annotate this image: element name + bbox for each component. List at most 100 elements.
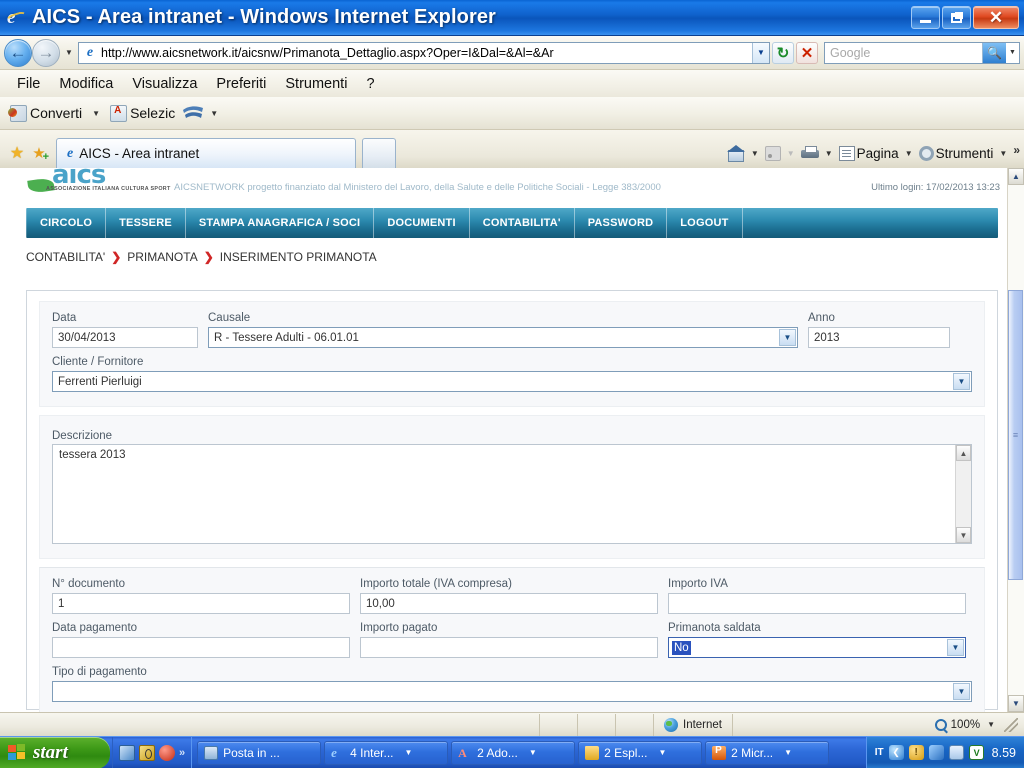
tray-warning-icon[interactable]: !	[908, 745, 924, 760]
menu-item-preferiti[interactable]: Preferiti	[207, 73, 275, 95]
seleziona-button[interactable]: Selezic	[106, 103, 179, 124]
search-box[interactable]: Google 🔍 ▼	[824, 41, 1020, 64]
tray-network-icon[interactable]	[928, 745, 944, 760]
scroll-down-icon[interactable]: ▼	[956, 527, 971, 543]
refresh-button[interactable]: ↻	[772, 41, 794, 64]
textarea-descrizione[interactable]: tessera 2013	[52, 444, 972, 544]
tray-vnc-icon[interactable]: V	[968, 745, 984, 760]
nav-item-tessere[interactable]: TESSERE	[106, 208, 186, 238]
breadcrumb-item-primanota[interactable]: PRIMANOTA	[127, 250, 197, 264]
print-button[interactable]	[798, 144, 822, 163]
back-button[interactable]: ←	[4, 38, 32, 67]
scroll-thumb[interactable]: ≡	[1008, 290, 1023, 580]
add-to-favorites-icon[interactable]: ★	[28, 138, 50, 168]
strumenti-caret-icon[interactable]: ▼	[996, 149, 1010, 158]
pagina-button[interactable]: Pagina	[836, 144, 902, 163]
address-bar[interactable]: e http://www.aicsnetwork.it/aicsnw/Prima…	[78, 41, 770, 64]
zoom-control[interactable]: 100% ▼	[929, 717, 1024, 732]
scroll-down-icon[interactable]: ▼	[1008, 695, 1024, 712]
tray-chevron-icon[interactable]: ❮	[888, 745, 904, 760]
task-button-esplora-risorse[interactable]: 2 Espl... ▼	[578, 740, 703, 765]
converti-button[interactable]: Converti	[6, 103, 86, 124]
strumenti-button[interactable]: Strumenti	[916, 144, 997, 163]
security-zone-label: Internet	[683, 718, 722, 731]
breadcrumb-item-contabilita[interactable]: CONTABILITA'	[26, 250, 105, 264]
maximize-button[interactable]	[942, 6, 971, 29]
security-zone[interactable]: Internet	[654, 713, 733, 736]
input-importo-totale[interactable]: 10,00	[360, 593, 658, 614]
blue-swoosh-caret-icon[interactable]: ▼	[207, 109, 221, 118]
quicklaunch-icon-2[interactable]	[139, 744, 155, 761]
start-button[interactable]: start	[0, 736, 110, 768]
select-cliente-fornitore[interactable]: Ferrenti Pierluigi ▼	[52, 371, 972, 392]
search-provider-caret-icon[interactable]: ▼	[1006, 43, 1019, 63]
menu-item-visualizza[interactable]: Visualizza	[123, 73, 206, 95]
forward-button[interactable]: →	[32, 38, 60, 67]
nav-item-circolo[interactable]: CIRCOLO	[26, 208, 107, 238]
new-tab-button[interactable]	[362, 138, 396, 168]
input-anno[interactable]: 2013	[808, 327, 950, 348]
menu-item-modifica[interactable]: Modifica	[50, 73, 122, 95]
nav-item-logout[interactable]: LOGOUT	[667, 208, 743, 238]
tray-app-icon[interactable]	[948, 745, 964, 760]
quicklaunch-icon-1[interactable]	[119, 744, 135, 761]
quicklaunch-overflow-icon[interactable]: »	[179, 747, 185, 759]
minimize-button[interactable]	[911, 6, 940, 29]
converti-caret-icon[interactable]: ▼	[89, 109, 103, 118]
home-button[interactable]	[724, 143, 748, 163]
input-importo-iva[interactable]	[668, 593, 966, 614]
taskbar-clock[interactable]: 8.59	[989, 746, 1016, 760]
task-button-internet-explorer[interactable]: e 4 Inter... ▼	[324, 740, 449, 765]
nav-item-contabilita[interactable]: CONTABILITA'	[470, 208, 575, 238]
chevron-down-icon[interactable]: ▼	[779, 329, 796, 346]
menu-item-strumenti[interactable]: Strumenti	[276, 73, 356, 95]
task-caret-icon[interactable]: ▼	[529, 748, 537, 757]
nav-item-documenti[interactable]: DOCUMENTI	[374, 208, 470, 238]
favorites-center-icon[interactable]: ★	[6, 138, 28, 168]
recent-pages-caret-icon[interactable]: ▼	[62, 40, 76, 66]
task-button-microsoft[interactable]: 2 Micr... ▼	[705, 740, 830, 765]
tab-bar: ★ ★ e AICS - Area intranet ▼ ▼ ▼ Pagina …	[0, 130, 1024, 168]
print-caret-icon[interactable]: ▼	[822, 149, 836, 158]
blue-swoosh-icon[interactable]	[182, 104, 204, 122]
feeds-button[interactable]	[762, 144, 784, 163]
language-indicator[interactable]: IT	[875, 747, 884, 758]
resize-grip-icon[interactable]	[1004, 717, 1018, 732]
stop-button[interactable]: ✕	[796, 41, 818, 64]
task-caret-icon[interactable]: ▼	[784, 748, 792, 757]
zoom-caret-icon[interactable]: ▼	[984, 720, 998, 729]
scroll-up-icon[interactable]: ▲	[956, 445, 971, 461]
nav-item-stampa-anagrafica-soci[interactable]: STAMPA ANAGRAFICA / SOCI	[186, 208, 375, 238]
input-importo-pagato[interactable]	[360, 637, 658, 658]
menu-item-file[interactable]: File	[8, 73, 49, 95]
descrizione-scrollbar[interactable]: ▲ ▼	[955, 445, 971, 543]
search-input[interactable]: Google	[825, 46, 982, 60]
task-button-posta[interactable]: Posta in ...	[197, 740, 322, 765]
task-caret-icon[interactable]: ▼	[404, 748, 412, 757]
home-caret-icon[interactable]: ▼	[748, 149, 762, 158]
input-data[interactable]: 30/04/2013	[52, 327, 198, 348]
task-button-adobe[interactable]: A 2 Ado... ▼	[451, 740, 576, 765]
task-caret-icon[interactable]: ▼	[658, 748, 666, 757]
chevron-down-icon[interactable]: ▼	[947, 639, 964, 656]
select-primanota-saldata[interactable]: No ▼	[668, 637, 966, 658]
select-causale[interactable]: R - Tessere Adulti - 06.01.01 ▼	[208, 327, 798, 348]
nav-item-password[interactable]: PASSWORD	[575, 208, 668, 238]
scroll-track[interactable]: ≡	[1008, 185, 1024, 695]
chevron-down-icon[interactable]: ▼	[953, 683, 970, 700]
input-data-pagamento[interactable]	[52, 637, 350, 658]
close-button[interactable]: ✕	[973, 6, 1019, 29]
chevron-down-icon[interactable]: ▼	[953, 373, 970, 390]
address-history-dropdown-icon[interactable]: ▼	[752, 42, 769, 63]
toolbar-overflow-icon[interactable]: »	[1010, 143, 1020, 157]
tab-aics-area-intranet[interactable]: e AICS - Area intranet	[56, 138, 356, 168]
quicklaunch-icon-3[interactable]	[159, 744, 175, 761]
page-favicon-icon: e	[86, 44, 94, 60]
scroll-up-icon[interactable]: ▲	[1008, 168, 1024, 185]
menu-item-help[interactable]: ?	[357, 73, 383, 95]
select-tipo-pagamento[interactable]: ▼	[52, 681, 972, 702]
input-n-documento[interactable]: 1	[52, 593, 350, 614]
pagina-caret-icon[interactable]: ▼	[902, 149, 916, 158]
search-go-button[interactable]: 🔍	[982, 42, 1006, 63]
page-scrollbar[interactable]: ▲ ≡ ▼	[1007, 168, 1024, 712]
